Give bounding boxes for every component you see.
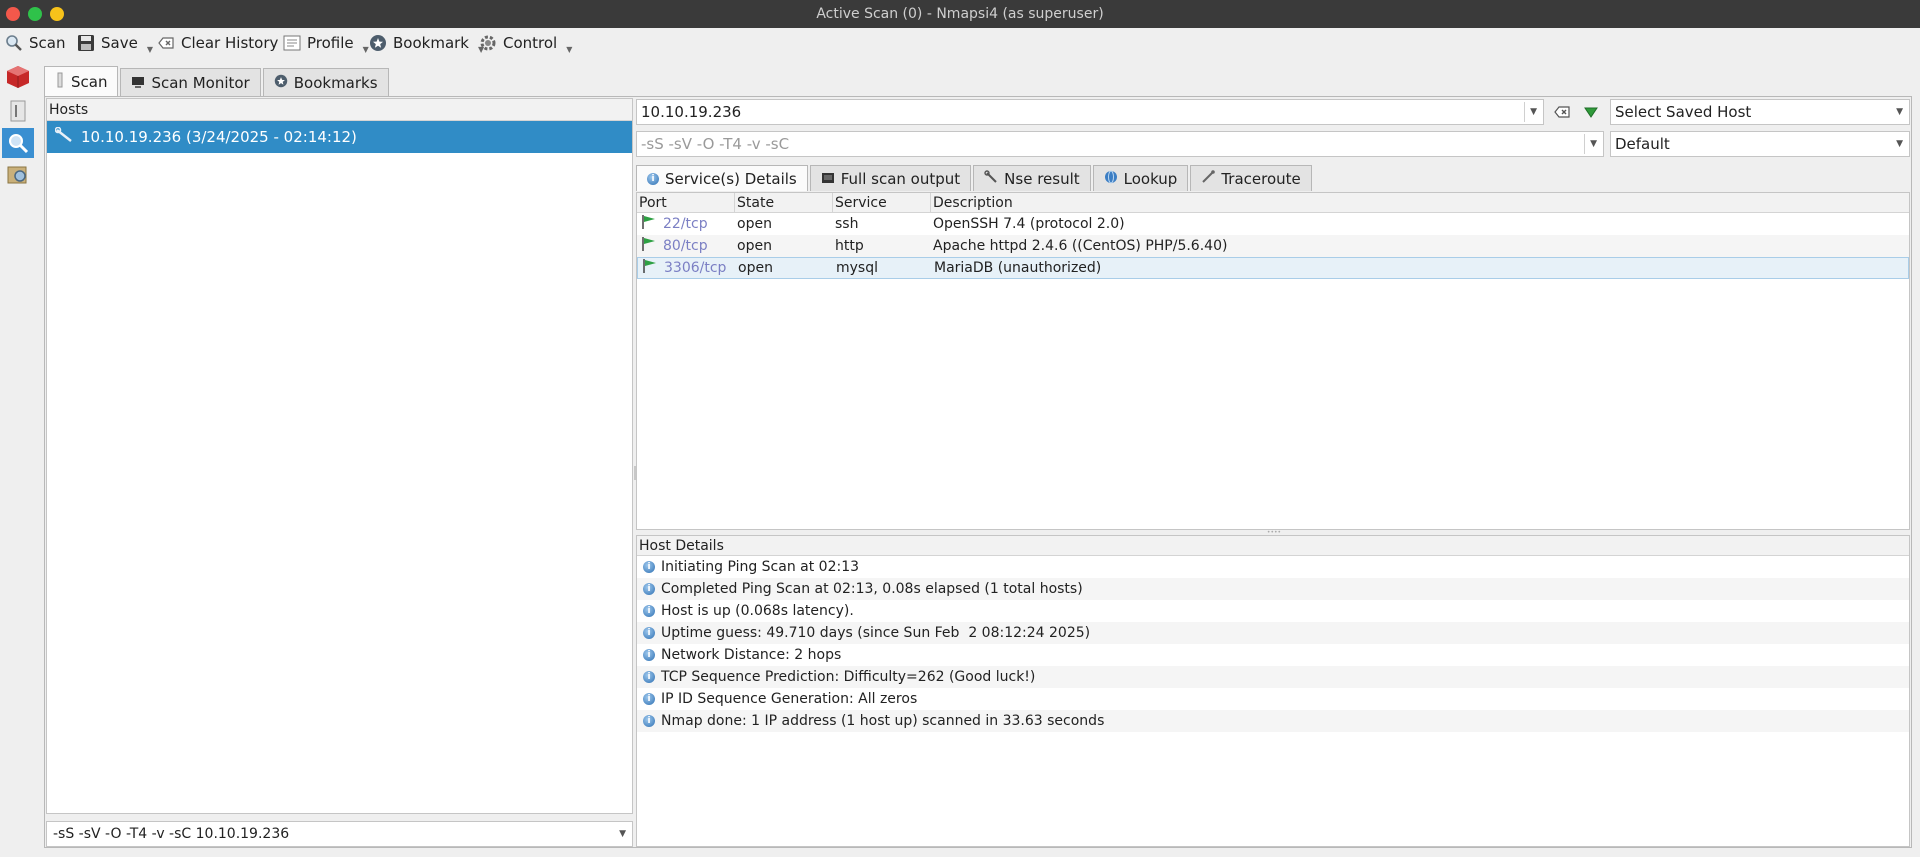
info-icon: i: [643, 583, 655, 595]
main-toolbar: Scan Save ▼ Clear History Profile ▼ Book…: [0, 28, 1920, 58]
wrench-icon: [984, 169, 998, 188]
scan-options-input[interactable]: -sS -sV -O -T4 -v -sC ▼: [636, 131, 1604, 157]
scan-button[interactable]: Scan: [4, 32, 65, 54]
chevron-down-icon[interactable]: ▼: [1590, 132, 1597, 156]
vuln-tool-button[interactable]: [2, 96, 34, 126]
traceroute-icon: [1201, 169, 1216, 188]
scan-tool-button[interactable]: [2, 128, 34, 158]
globe-icon: [1104, 170, 1118, 188]
column-header-service[interactable]: Service: [833, 193, 931, 212]
window-title: Active Scan (0) - Nmapsi4 (as superuser): [816, 6, 1104, 22]
scan-command-select[interactable]: -sS -sV -O -T4 -v -sC 10.10.19.236 ▼: [46, 821, 633, 847]
column-header-port[interactable]: Port: [637, 193, 735, 212]
info-icon: i: [643, 561, 655, 573]
side-toolbar: [0, 62, 36, 857]
profile-select[interactable]: Default ▼: [1610, 131, 1910, 157]
bookmark-button[interactable]: Bookmark ▼: [368, 32, 484, 54]
magnifier-icon: [4, 33, 24, 53]
tab-full-scan-output[interactable]: Full scan output: [809, 165, 972, 191]
chevron-down-icon: ▼: [1896, 107, 1903, 117]
floppy-disk-icon: [76, 33, 96, 53]
column-header-state[interactable]: State: [735, 193, 833, 212]
gear-icon: [478, 33, 498, 53]
flag-icon: [641, 214, 657, 234]
info-icon: i: [643, 715, 655, 727]
info-icon: i: [643, 627, 655, 639]
info-icon: i: [643, 605, 655, 617]
tab-bookmarks[interactable]: Bookmarks: [262, 68, 389, 96]
flag-icon: [641, 236, 657, 256]
table-row[interactable]: 3306/tcp open mysql MariaDB (unauthorize…: [637, 257, 1909, 279]
target-host-input[interactable]: 10.10.19.236 ▼: [636, 99, 1544, 125]
scan-tab-icon: [55, 72, 65, 92]
tab-service-details[interactable]: i Service(s) Details: [636, 165, 808, 191]
discover-tool-button[interactable]: [2, 160, 34, 190]
ports-table: Port State Service Description 22/tcp op…: [636, 192, 1910, 530]
tab-lookup[interactable]: Lookup: [1092, 165, 1189, 191]
list-item[interactable]: i Completed Ping Scan at 02:13, 0.08s ela…: [637, 578, 1909, 600]
hosts-header: Hosts: [47, 99, 632, 121]
main-tab-bar: Scan Scan Monitor Bookmarks: [44, 66, 391, 96]
table-row[interactable]: 80/tcp open http Apache httpd 2.4.6 ((Ce…: [637, 235, 1909, 257]
monitor-icon: [131, 74, 145, 92]
list-item[interactable]: i Nmap done: 1 IP address (1 host up) sca…: [637, 710, 1909, 732]
nmapsi4-logo-icon: [2, 62, 34, 92]
host-details-list: Host Details i Initiating Ping Scan at 02…: [636, 535, 1910, 847]
clear-target-button[interactable]: [1551, 101, 1573, 123]
host-item[interactable]: 10.10.19.236 (3/24/2025 - 02:14:12): [47, 121, 632, 153]
tab-nse-result[interactable]: Nse result: [973, 165, 1091, 191]
list-item[interactable]: i TCP Sequence Prediction: Difficulty=262…: [637, 666, 1909, 688]
control-button[interactable]: Control ▼: [478, 32, 572, 54]
tab-scan-monitor[interactable]: Scan Monitor: [120, 68, 261, 96]
bookmark-star-icon: [368, 33, 388, 53]
column-header-description[interactable]: Description: [931, 193, 1909, 212]
chevron-down-icon: ▼: [619, 829, 626, 839]
host-details-header: Host Details: [637, 536, 1909, 556]
list-item[interactable]: i Uptime guess: 49.710 days (since Sun Fe…: [637, 622, 1909, 644]
bookmark-star-icon: [274, 74, 288, 92]
title-bar: Active Scan (0) - Nmapsi4 (as superuser): [0, 0, 1920, 28]
flag-icon: [642, 258, 658, 278]
info-icon: i: [647, 172, 659, 185]
chevron-down-icon: ▼: [1896, 139, 1903, 149]
profile-button[interactable]: Profile ▼: [282, 32, 369, 54]
clear-history-button[interactable]: Clear History: [156, 32, 278, 54]
tab-traceroute[interactable]: Traceroute: [1190, 165, 1312, 191]
info-icon: i: [643, 649, 655, 661]
chevron-down-icon[interactable]: ▼: [147, 45, 153, 54]
clear-history-icon: [156, 33, 176, 53]
list-item[interactable]: i Network Distance: 2 hops: [637, 644, 1909, 666]
chevron-down-icon[interactable]: ▼: [566, 45, 572, 54]
tab-scan[interactable]: Scan: [44, 66, 119, 96]
chevron-down-icon[interactable]: ▼: [1530, 100, 1537, 124]
list-item[interactable]: i Initiating Ping Scan at 02:13: [637, 556, 1909, 578]
ports-header: Port State Service Description: [637, 193, 1909, 213]
save-button[interactable]: Save ▼: [76, 32, 153, 54]
result-tab-bar: i Service(s) Details Full scan output Ns…: [636, 165, 1314, 191]
host-wrench-icon: [54, 126, 73, 147]
list-item[interactable]: i IP ID Sequence Generation: All zeros: [637, 688, 1909, 710]
terminal-icon: [821, 170, 835, 188]
saved-host-select[interactable]: Select Saved Host ▼: [1610, 99, 1910, 125]
info-icon: i: [643, 671, 655, 683]
profile-list-icon: [282, 33, 302, 53]
hosts-list: Hosts 10.10.19.236 (3/24/2025 - 02:14:12…: [46, 98, 633, 814]
clear-icon: [1554, 106, 1570, 118]
add-saved-host-button[interactable]: [1580, 101, 1602, 123]
info-icon: i: [643, 693, 655, 705]
green-down-arrow-icon: [1584, 107, 1598, 118]
table-row[interactable]: 22/tcp open ssh OpenSSH 7.4 (protocol 2.…: [637, 213, 1909, 235]
list-item[interactable]: i Host is up (0.068s latency).: [637, 600, 1909, 622]
